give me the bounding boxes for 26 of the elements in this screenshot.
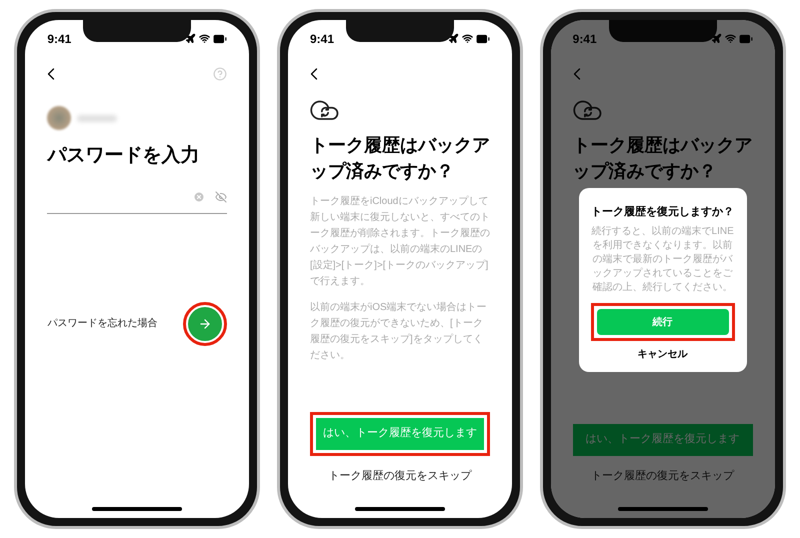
- cancel-button[interactable]: キャンセル: [638, 347, 688, 362]
- wifi-icon: [199, 33, 210, 44]
- avatar: [47, 106, 72, 130]
- airplane-icon: [448, 33, 459, 44]
- airplane-icon: [185, 33, 196, 44]
- restore-button[interactable]: はい、トーク履歴を復元します: [316, 418, 484, 450]
- continue-button[interactable]: 続行: [596, 309, 729, 335]
- password-field[interactable]: [47, 190, 228, 214]
- screen-title: トーク履歴はバックアップ済みですか？: [572, 134, 753, 184]
- skip-link[interactable]: トーク履歴の復元をスキップ: [328, 468, 472, 484]
- status-time: 9:41: [47, 30, 72, 48]
- wifi-icon: [462, 33, 473, 44]
- skip-link[interactable]: トーク履歴の復元をスキップ: [591, 468, 734, 484]
- airplane-icon: [710, 33, 722, 44]
- dialog-title: トーク履歴を復元しますか？: [591, 205, 734, 220]
- screen-title: パスワードを入力: [47, 144, 200, 168]
- description-text: トーク履歴をiCloudにバックアップして新しい端末に復元しないと、すべてのトーク履歴が削除されます。トーク履歴のバックアップは、以前の端末のLINEの[設定]>[トーク]>[トークのバックアップ]で行えます。: [310, 194, 490, 290]
- forgot-password-link[interactable]: パスワードを忘れた場合: [47, 316, 158, 331]
- screen-title: トーク履歴はバックアップ済みですか？: [310, 134, 490, 184]
- eye-off-icon[interactable]: [215, 190, 228, 202]
- description-text: 以前の端末がiOS端末でない場合はトーク履歴の復元ができないため、[トーク履歴の復元をスキップ]をタップしてください。: [310, 300, 488, 364]
- dialog-message: 続行すると、以前の端末でLINEを利用できなくなります。以前の端末で最新のトーク履歴がバックアップされていることをご確認の上、続行してください。: [590, 224, 735, 294]
- status-time: 9:41: [310, 30, 334, 48]
- blurred-name: [77, 114, 118, 122]
- status-time: 9:41: [572, 30, 597, 48]
- wifi-icon: [724, 33, 736, 44]
